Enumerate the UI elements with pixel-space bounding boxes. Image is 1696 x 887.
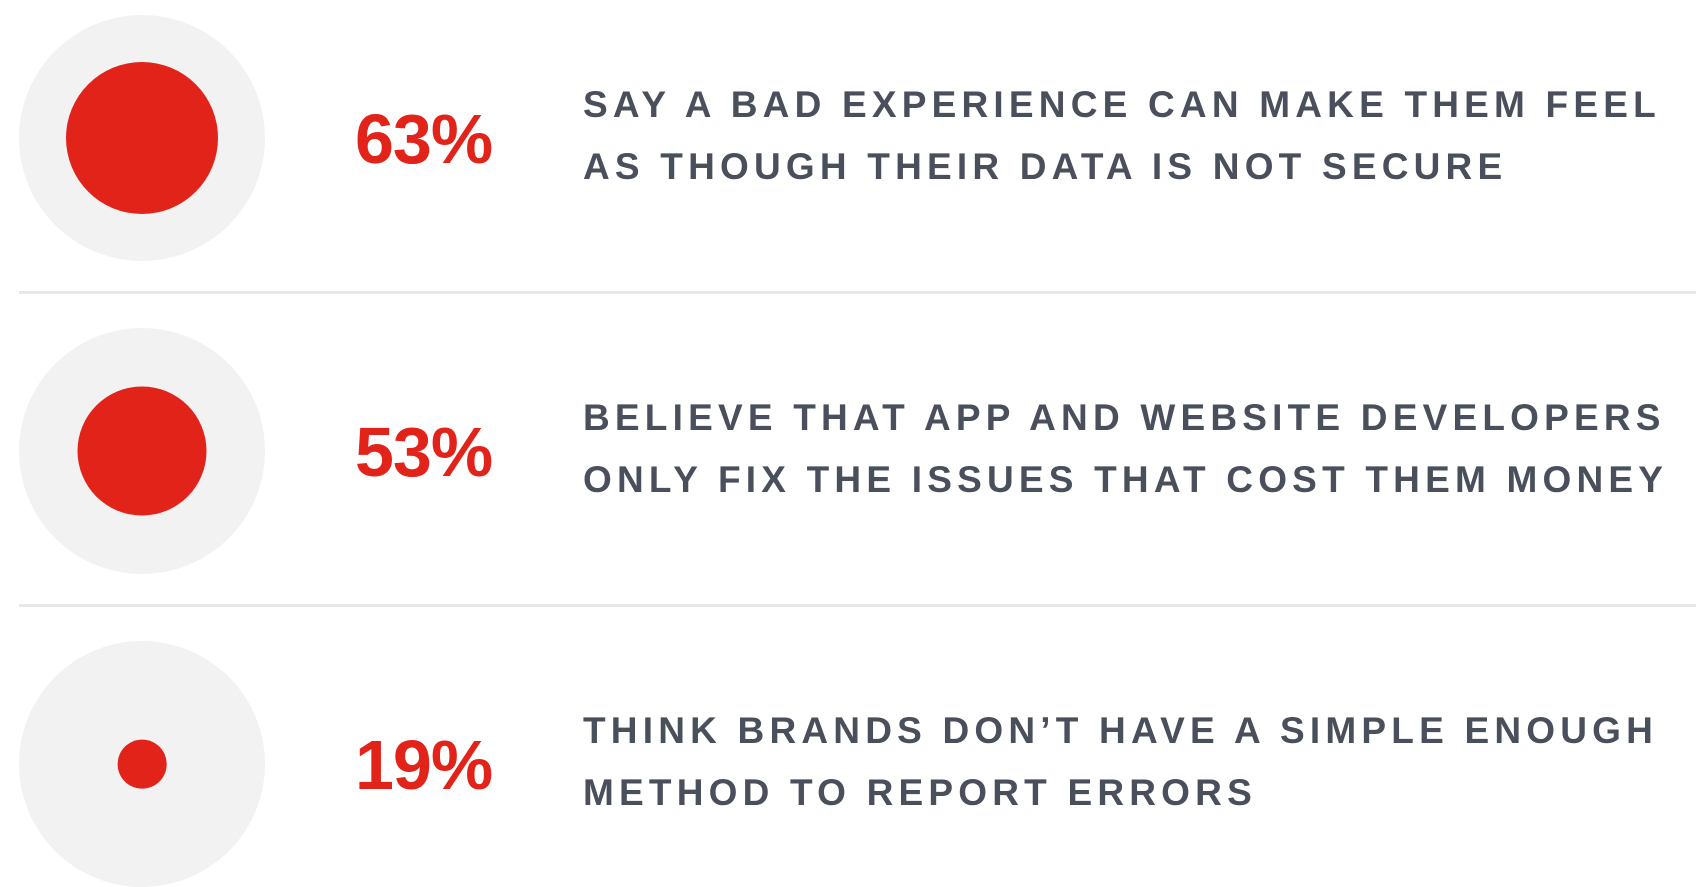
stat-percent-2: 19% (355, 726, 493, 804)
stat-row-1: 53% BELIEVE THAT APP AND WEBSITE DEVELOP… (0, 313, 1696, 626)
stat-bubble-background-0 (19, 15, 265, 261)
stat-row-2: 19% THINK BRANDS DON’T HAVE A SIMPLE ENO… (0, 626, 1696, 887)
divider (19, 291, 1696, 294)
stat-bubble-0 (66, 62, 218, 214)
divider (19, 604, 1696, 607)
stat-percent-1: 53% (355, 413, 493, 491)
stat-statement-0-line-1: AS THOUGH THEIR DATA IS NOT SECURE (583, 146, 1508, 187)
stat-statement-2-line-0: THINK BRANDS DON’T HAVE A SIMPLE ENOUGH (583, 710, 1659, 751)
stat-statement-0: SAY A BAD EXPERIENCE CAN MAKE THEM FEEL … (583, 74, 1693, 198)
stat-bubble-background-2 (19, 641, 265, 887)
stat-bubble-1 (77, 386, 207, 516)
stat-percent-0: 63% (355, 100, 493, 178)
stat-bubble-2 (117, 739, 167, 789)
stat-statement-2-line-1: METHOD TO REPORT ERRORS (583, 772, 1257, 813)
stat-statement-1-line-1: ONLY FIX THE ISSUES THAT COST THEM MONEY (583, 459, 1669, 500)
stat-statement-2: THINK BRANDS DON’T HAVE A SIMPLE ENOUGH … (583, 700, 1693, 824)
stat-row-0: 63% SAY A BAD EXPERIENCE CAN MAKE THEM F… (0, 0, 1696, 313)
stat-statement-1: BELIEVE THAT APP AND WEBSITE DEVELOPERS … (583, 387, 1693, 511)
stat-statement-0-line-0: SAY A BAD EXPERIENCE CAN MAKE THEM FEEL (583, 84, 1661, 125)
stat-statement-1-line-0: BELIEVE THAT APP AND WEBSITE DEVELOPERS (583, 397, 1666, 438)
stat-bubble-background-1 (19, 328, 265, 574)
